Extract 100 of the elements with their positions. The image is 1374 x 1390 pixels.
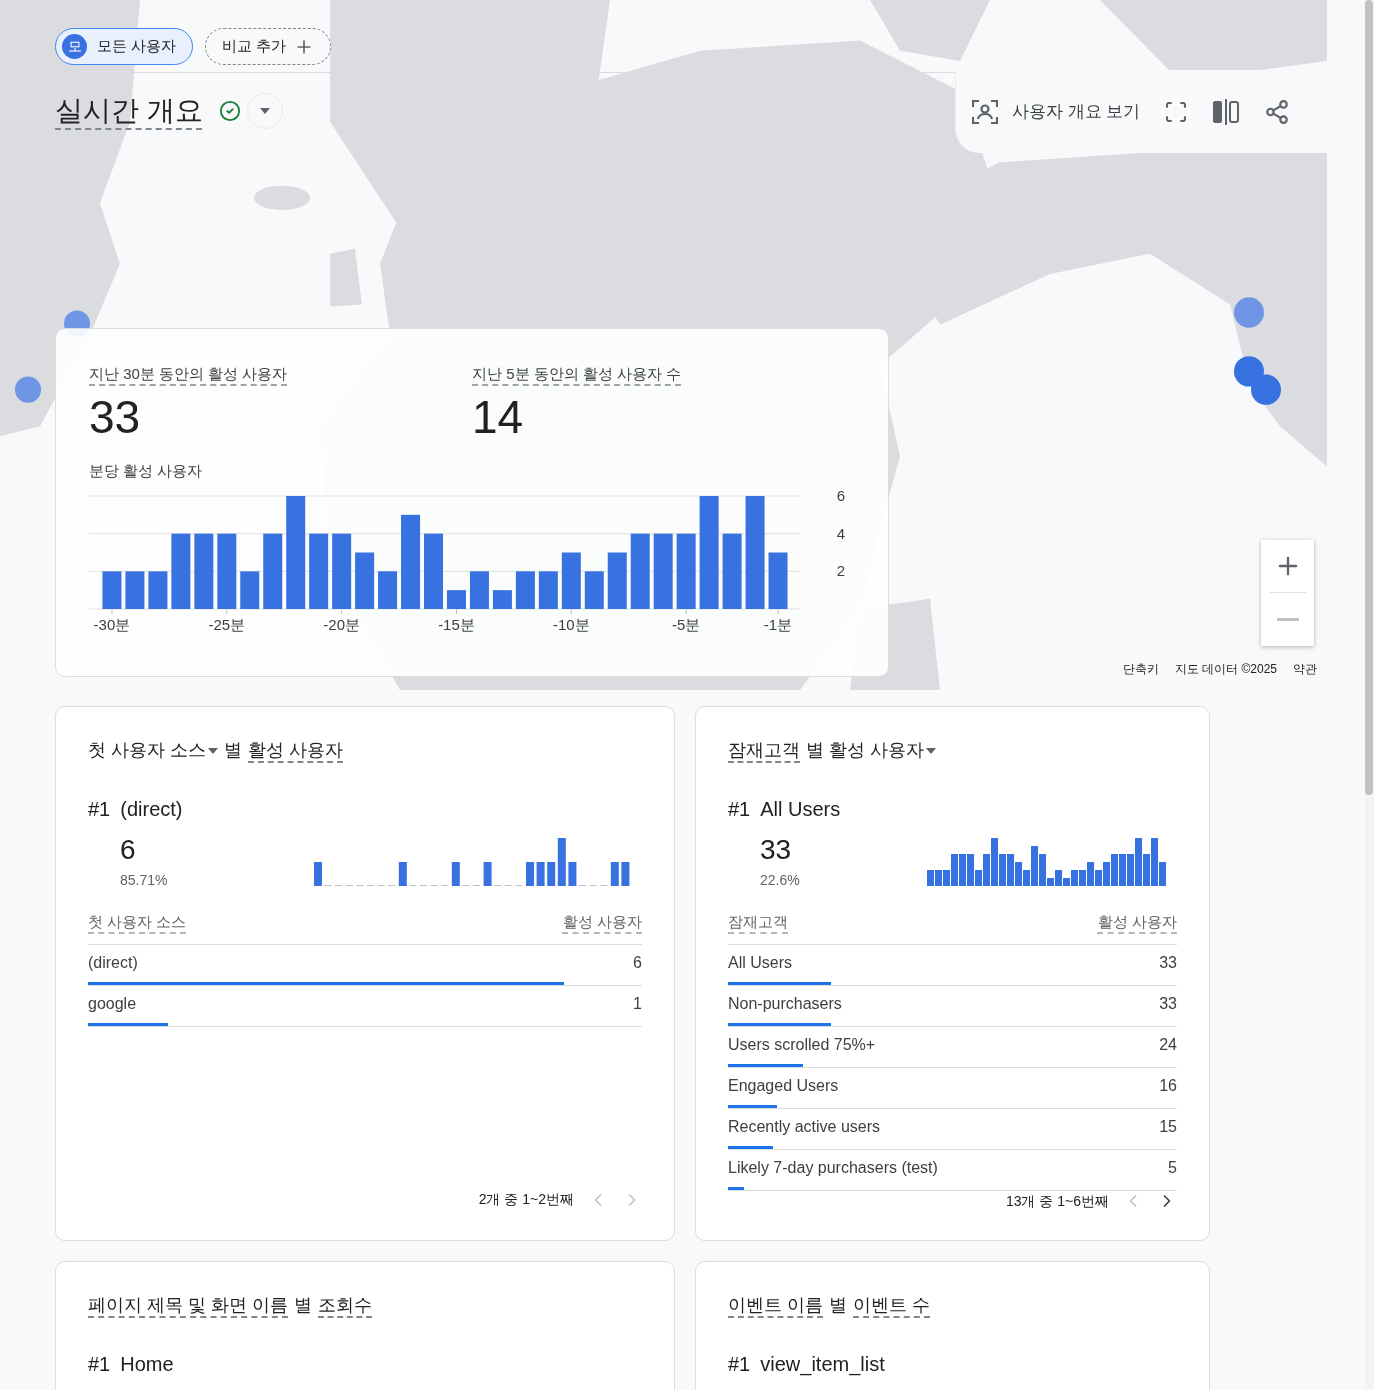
page-title: 실시간 개요 <box>55 94 203 128</box>
top-item-share: 85.71% <box>120 871 168 890</box>
chart-bar <box>240 571 260 609</box>
chart-bar <box>355 552 375 609</box>
title-text: 별 <box>224 739 242 762</box>
title-text: 별 <box>829 1294 847 1317</box>
chart-bar <box>584 571 604 609</box>
row-value: 5 <box>1168 1158 1177 1178</box>
row-value: 15 <box>1159 1117 1177 1137</box>
metric-title: 조회수 <box>318 1294 372 1317</box>
y-axis-label: 2 <box>836 562 846 580</box>
view-user-overview-button[interactable]: 사용자 개요 보기 <box>972 98 1141 125</box>
rank-text: #1 <box>728 797 751 822</box>
chart-bar <box>469 571 489 609</box>
top-item-value: 33 <box>760 834 793 866</box>
row-name: Non-purchasers <box>728 994 842 1014</box>
metric-label: 지난 30분 동안의 활성 사용자 <box>89 364 288 384</box>
chart-bar <box>492 590 512 609</box>
chart-bar <box>538 571 558 609</box>
row-value: 1 <box>633 994 642 1014</box>
chart-bar <box>561 552 581 609</box>
pagination-text: 13개 중 1~6번째 <box>1005 1191 1109 1211</box>
sparkline-bar <box>621 862 630 886</box>
row-name: Users scrolled 75%+ <box>728 1035 876 1055</box>
top-item-name: Home <box>120 1352 174 1377</box>
metric-title: 활성 사용자 <box>248 739 344 762</box>
top-item-name: (direct) <box>120 797 183 822</box>
fullscreen-icon <box>1164 99 1189 124</box>
x-axis-label: -1분 <box>763 616 793 633</box>
top-item-share: 22.6% <box>760 871 800 890</box>
row-value: 24 <box>1159 1035 1177 1055</box>
column-header: 첫 사용자 소스 <box>88 912 187 932</box>
row-name: (direct) <box>88 953 138 973</box>
top-item-name: All Users <box>760 797 841 822</box>
scrollbar[interactable] <box>1365 0 1373 795</box>
sparkline-bar <box>526 862 534 886</box>
column-header: 활성 사용자 <box>1097 912 1177 932</box>
caret-icon <box>208 747 218 754</box>
check-circle-icon <box>218 100 241 122</box>
sparkline-bar <box>451 862 460 886</box>
x-axis-label: -15분 <box>438 616 475 633</box>
row-name: Engaged Users <box>728 1076 839 1096</box>
minus-icon <box>1276 617 1299 621</box>
row-value: 16 <box>1159 1076 1177 1096</box>
chart-bar <box>102 571 122 609</box>
column-header: 활성 사용자 <box>562 912 642 932</box>
title-text: 별 <box>294 1294 312 1317</box>
metric-value: 33 <box>89 393 141 440</box>
x-axis-label: -20분 <box>323 616 360 633</box>
sparkline-bar <box>536 862 545 886</box>
column-header: 잠재고객 <box>728 912 788 932</box>
x-axis-label: -25분 <box>208 616 246 633</box>
row-value: 33 <box>1159 953 1177 973</box>
segment-avatar: 모 <box>62 34 87 59</box>
metric-title: 잠재고객 <box>728 739 800 762</box>
chart-title: 분당 활성 사용자 <box>89 460 204 481</box>
chart-bar <box>125 571 145 609</box>
rank-text: #1 <box>88 1352 111 1377</box>
top-item-value: 6 <box>120 834 137 866</box>
split-columns-icon <box>1212 98 1241 125</box>
row-name: All Users <box>728 953 792 973</box>
rank-text: #1 <box>728 1352 751 1377</box>
map-footer-link[interactable]: 단축키 <box>1122 660 1159 678</box>
row-value: 6 <box>633 953 642 973</box>
dimension-dropdown[interactable]: 첫 사용자 소스 <box>88 737 218 764</box>
row-name: Recently active users <box>728 1117 881 1137</box>
rank-text: #1 <box>88 797 111 822</box>
chart-bar <box>148 571 168 609</box>
sparkline-bar <box>314 862 322 886</box>
caret-icon <box>926 747 936 754</box>
segment-chip[interactable]: 모 모든 사용자 <box>55 28 194 65</box>
dimension-dropdown[interactable]: 별 활성 사용자 <box>806 737 936 764</box>
metric-value: 14 <box>472 393 524 440</box>
share-icon <box>1264 98 1291 125</box>
chart-bar <box>378 571 398 609</box>
metric-label: 지난 5분 동안의 활성 사용자 수 <box>472 364 682 384</box>
metric-title: 이벤트 수 <box>853 1294 931 1317</box>
chart-bar <box>515 571 535 609</box>
compare-button[interactable] <box>1212 98 1241 125</box>
x-axis-label: -5분 <box>672 616 701 633</box>
row-value: 33 <box>1159 994 1177 1014</box>
row-name: google <box>88 994 137 1014</box>
person-frame-icon <box>972 99 998 124</box>
share-button[interactable] <box>1264 98 1291 125</box>
fullscreen-button[interactable] <box>1164 99 1189 124</box>
chart-bar <box>607 552 627 609</box>
sparkline-bar <box>568 862 577 886</box>
map-footer-link[interactable]: 약관 <box>1293 660 1317 678</box>
sparkline-bar <box>398 862 407 886</box>
caret-icon <box>259 108 270 114</box>
chart-bar <box>447 590 466 609</box>
y-axis-label: 4 <box>836 524 846 542</box>
y-axis-label: 6 <box>836 487 846 504</box>
sparkline-bar <box>483 862 492 886</box>
sparkline-bar <box>610 862 619 886</box>
x-axis-label: -10분 <box>553 616 590 633</box>
map-footer-link[interactable]: 지도 데이터 ©2025 <box>1174 660 1277 678</box>
metric-title: 페이지 제목 및 화면 이름 <box>88 1294 288 1317</box>
add-comparison-chip[interactable]: 비교 추가 <box>205 28 332 65</box>
row-name: Likely 7-day purchasers (test) <box>728 1158 938 1178</box>
